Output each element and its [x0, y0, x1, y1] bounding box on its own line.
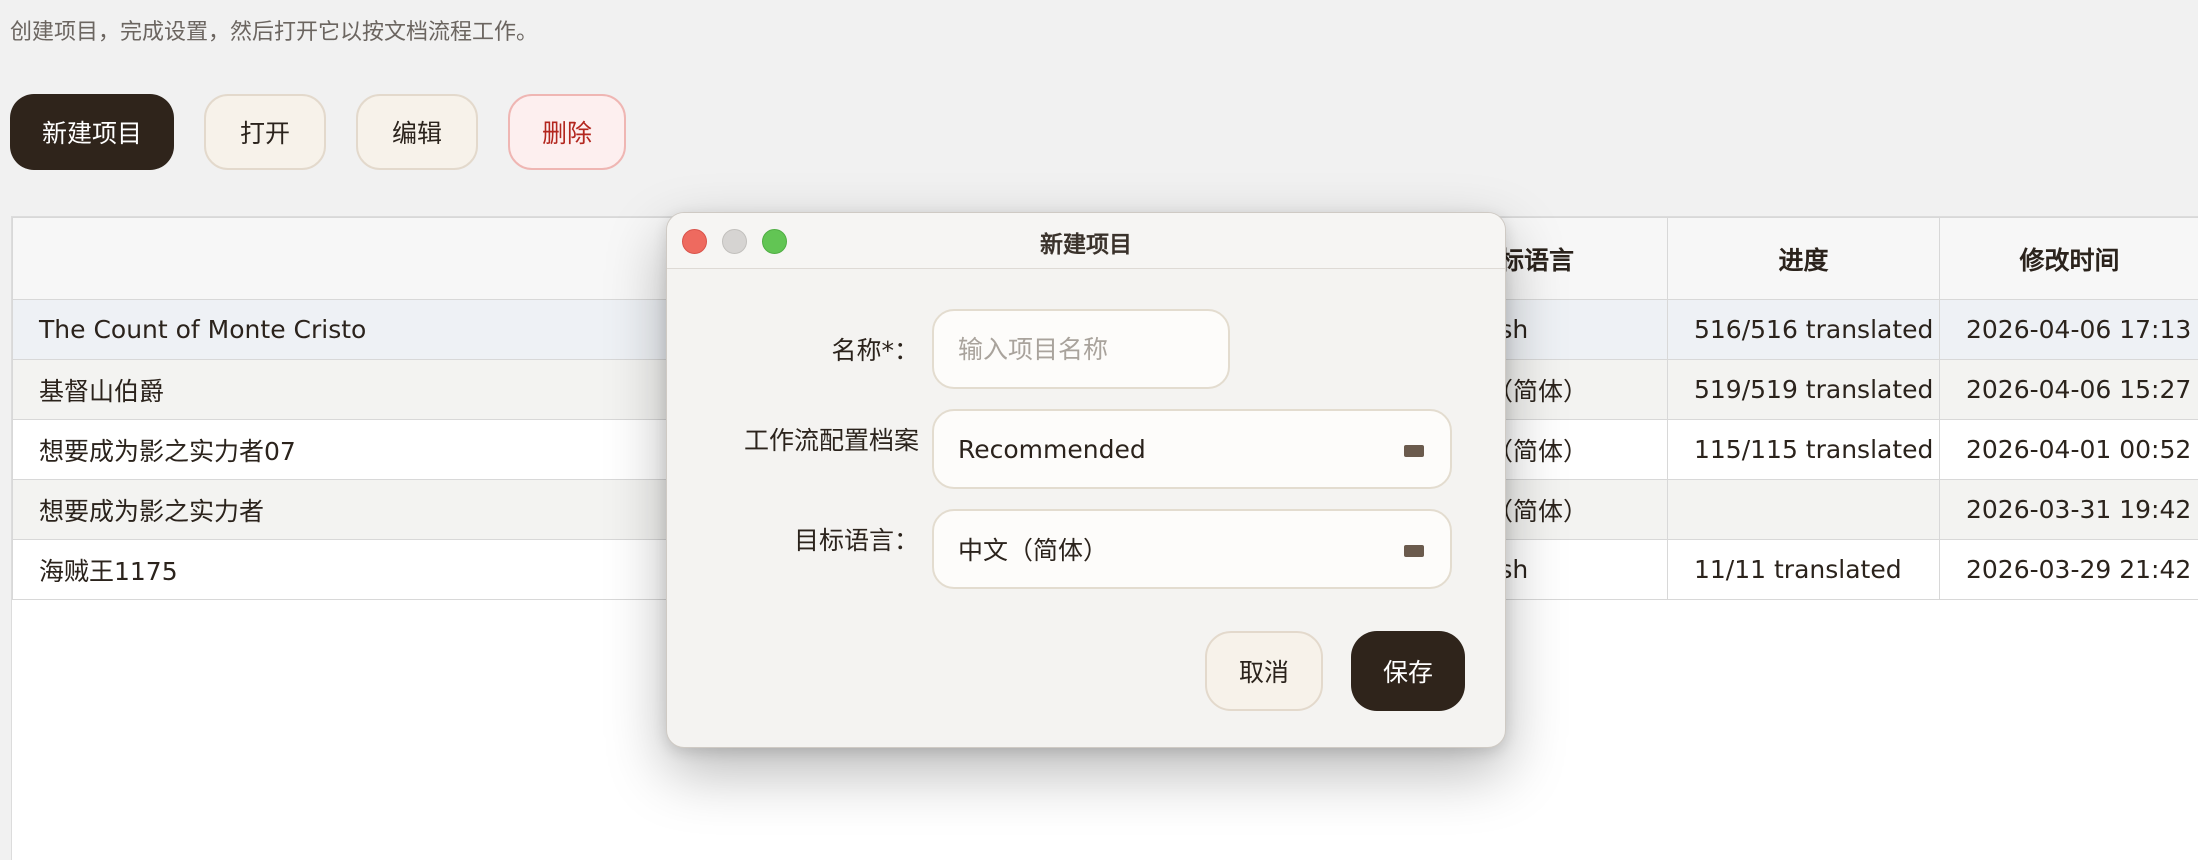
open-project-button[interactable]: 打开 — [204, 94, 327, 170]
cell-progress: 115/115 translated — [1667, 419, 1940, 480]
target-language-label: 目标语言： — [793, 526, 919, 555]
dropdown-handle-icon — [1404, 445, 1424, 457]
dropdown-handle-icon — [1404, 545, 1424, 557]
target-language-value: 中文（简体） — [958, 536, 1109, 565]
cell-modified: 2026-04-01 00:52 — [1939, 419, 2198, 480]
cell-progress — [1667, 479, 1940, 540]
column-header-modified[interactable]: 修改时间 — [1939, 217, 2198, 300]
name-label: 名称*： — [831, 336, 919, 365]
dialog-titlebar: 新建项目 — [667, 213, 1505, 269]
projects-page: 创建项目，完成设置，然后打开它以按文档流程工作。 新建项目 打开 编辑 删除 目… — [0, 0, 2198, 860]
cell-progress: 519/519 translated — [1667, 359, 1940, 420]
profile-label: 工作流配置档案 — [743, 426, 919, 455]
workflow-profile-value: Recommended — [958, 434, 1146, 464]
cell-progress: 516/516 translated — [1667, 299, 1940, 360]
new-project-button[interactable]: 新建项目 — [10, 94, 175, 170]
project-toolbar: 新建项目 打开 编辑 删除 — [10, 94, 627, 170]
dialog-title: 新建项目 — [1040, 232, 1132, 258]
workflow-profile-select[interactable]: Recommended — [932, 409, 1452, 489]
cell-modified: 2026-04-06 15:27 — [1939, 359, 2198, 420]
edit-project-button[interactable]: 编辑 — [356, 94, 479, 170]
cell-modified: 2026-04-06 17:13 — [1939, 299, 2198, 360]
cell-modified: 2026-03-31 19:42 — [1939, 479, 2198, 540]
save-button[interactable]: 保存 — [1350, 631, 1465, 711]
delete-project-button[interactable]: 删除 — [508, 94, 627, 170]
cancel-button[interactable]: 取消 — [1204, 631, 1323, 711]
target-language-select[interactable]: 中文（简体） — [932, 509, 1452, 589]
dialog-actions: 取消 保存 — [1204, 631, 1465, 711]
cell-modified: 2026-03-29 21:42 — [1939, 539, 2198, 600]
column-header-progress[interactable]: 进度 — [1667, 217, 1940, 300]
cell-progress: 11/11 translated — [1667, 539, 1940, 600]
page-subtitle: 创建项目，完成设置，然后打开它以按文档流程工作。 — [10, 20, 539, 45]
project-name-input[interactable] — [932, 309, 1230, 389]
new-project-dialog: 新建项目 名称*： 工作流配置档案 Recommended 目标语言： 中文（简… — [666, 212, 1506, 748]
